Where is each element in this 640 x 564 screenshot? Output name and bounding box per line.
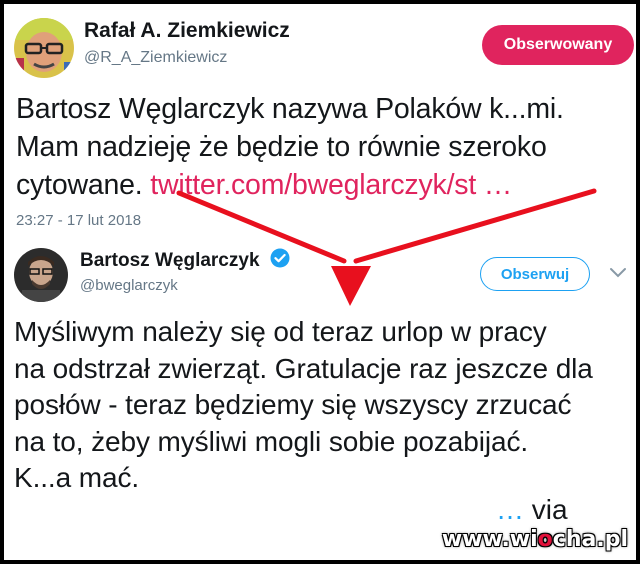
tweet-line: Myśliwym należy się od teraz urlop w pra…	[14, 316, 547, 347]
tweet-link[interactable]: twitter.com/bweglarczyk/st …	[150, 169, 512, 201]
watermark: www.wiocha.pl	[442, 527, 628, 552]
retweet-comment-text: Bartosz Węglarczyk nazywa Polaków k...mi…	[16, 90, 631, 204]
tweet-line: posłów - teraz będziemy się wszyscy zrzu…	[14, 389, 572, 420]
retweeter-handle[interactable]: @R_A_Ziemkiewicz	[84, 49, 227, 67]
watermark-o: o	[537, 527, 553, 552]
tweet-timestamp[interactable]: 23:27 - 17 lut 2018	[16, 212, 141, 229]
profile-photo-icon	[14, 248, 68, 302]
follow-button[interactable]: Obserwuj	[480, 257, 590, 291]
via-label: via	[531, 494, 568, 525]
screenshot-frame: Rafał A. Ziemkiewicz @R_A_Ziemkiewicz Ob…	[4, 4, 636, 560]
verified-badge-icon	[270, 248, 290, 268]
tweet-line: na to, żeby myśliwi mogli sobie pozabija…	[14, 425, 529, 457]
quoted-author-avatar[interactable]	[14, 248, 68, 302]
via-link[interactable]: … via	[496, 494, 568, 526]
watermark-suffix: cha.pl	[552, 527, 628, 552]
avatar-illustration-icon	[14, 18, 74, 78]
quoted-author-handle[interactable]: @bweglarczyk	[80, 277, 178, 294]
chevron-down-icon[interactable]	[608, 262, 628, 282]
tweet-line: K...a mać.	[14, 462, 140, 493]
quoted-tweet-text: Myśliwym należy się od teraz urlop w pra…	[14, 314, 634, 497]
retweeter-avatar[interactable]	[14, 18, 74, 78]
watermark-prefix: www.wi	[441, 527, 538, 552]
following-button[interactable]: Obserwowany	[482, 25, 634, 65]
retweeter-name[interactable]: Rafał A. Ziemkiewicz	[84, 19, 290, 43]
ellipsis-link[interactable]: …	[496, 494, 524, 525]
quoted-author-name[interactable]: Bartosz Węglarczyk	[80, 250, 260, 272]
tweet-line: na odstrzał zwierząt. Gratulacje raz jes…	[14, 352, 593, 384]
